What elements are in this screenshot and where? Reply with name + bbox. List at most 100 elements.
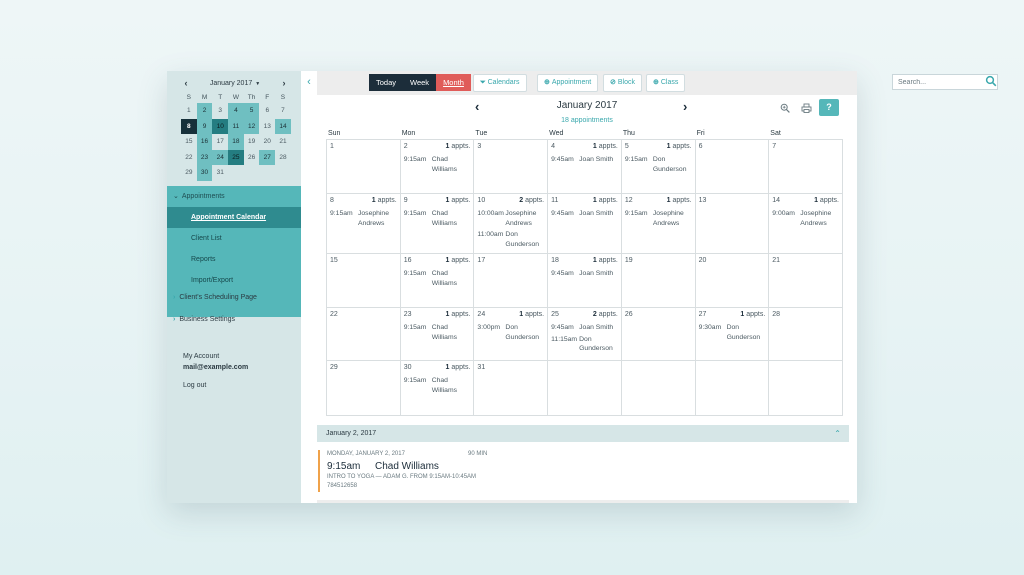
collapse-sidebar-icon[interactable]: ‹: [303, 75, 315, 89]
nav-business-settings[interactable]: › Business Settings: [173, 316, 235, 323]
calendar-day-cell[interactable]: 22: [327, 308, 401, 361]
appointment-entry[interactable]: 10:00am Josephine Andrews: [477, 209, 545, 228]
mini-calendar-day[interactable]: 19: [244, 134, 260, 150]
calendar-day-cell[interactable]: 7: [769, 140, 843, 194]
zoom-icon[interactable]: [780, 103, 790, 113]
mini-calendar-day[interactable]: 30: [196, 165, 213, 181]
calendars-button[interactable]: ⏷ Calendars: [473, 74, 527, 92]
appointment-entry[interactable]: 9:45am Joan Smith: [551, 269, 619, 279]
mini-calendar-day[interactable]: 22: [181, 150, 197, 166]
calendar-day-cell[interactable]: 8 1 appts. 9:15am Josephine Andrews: [327, 194, 401, 254]
next-month-button[interactable]: ›: [683, 99, 687, 114]
calendar-day-cell[interactable]: 9 1 appts. 9:15am Chad Williams: [400, 194, 475, 254]
mini-calendar-day[interactable]: 11: [228, 118, 244, 134]
calendar-day-cell[interactable]: 11 1 appts. 9:45am Joan Smith: [548, 194, 622, 254]
nav-item-client-list[interactable]: Client List: [167, 228, 301, 249]
nav-item-reports[interactable]: Reports: [167, 249, 301, 270]
add-appointment-button[interactable]: ⊕ Appointment: [537, 74, 599, 92]
mini-calendar-day[interactable]: 24: [212, 149, 229, 165]
my-account-link[interactable]: My Account: [183, 353, 219, 360]
mini-calendar-day[interactable]: 13: [259, 119, 275, 135]
appointment-entry[interactable]: 9:15am Chad Williams: [404, 155, 472, 174]
appointment-entry[interactable]: 9:15am Chad Williams: [404, 323, 472, 342]
appointment-entry[interactable]: 9:15am Chad Williams: [404, 269, 472, 288]
help-button[interactable]: ?: [819, 99, 839, 116]
mini-calendar-day[interactable]: 25: [228, 149, 244, 165]
view-month-button[interactable]: Month: [436, 74, 471, 91]
nav-client-scheduling-page[interactable]: › Client's Scheduling Page: [173, 294, 257, 301]
view-today-button[interactable]: Today: [369, 74, 404, 91]
mini-calendar-day[interactable]: 14: [275, 118, 291, 134]
mini-calendar-day[interactable]: 9: [196, 118, 213, 134]
appointment-entry[interactable]: 9:15am Josephine Andrews: [625, 209, 693, 228]
calendar-day-cell[interactable]: 20: [695, 254, 770, 308]
mini-calendar-day[interactable]: 5: [243, 103, 260, 119]
mini-calendar-prev-button[interactable]: ‹: [181, 78, 191, 88]
calendar-day-cell[interactable]: 28: [769, 308, 843, 361]
calendar-day-cell[interactable]: 10 2 appts. 10:00am Josephine Andrews 11:00a…: [474, 194, 549, 254]
mini-calendar-day[interactable]: 2: [196, 103, 213, 119]
calendar-day-cell[interactable]: 2 1 appts. 9:15am Chad Williams: [400, 140, 475, 194]
view-week-button[interactable]: Week: [403, 74, 437, 91]
calendar-day-cell[interactable]: [769, 361, 843, 416]
nav-item-appointment-calendar[interactable]: Appointment Calendar: [167, 207, 301, 228]
calendar-day-cell[interactable]: 27 1 appts. 9:30am Don Gunderson: [695, 308, 770, 361]
print-icon[interactable]: [801, 103, 812, 113]
log-out-link[interactable]: Log out: [183, 382, 206, 389]
mini-calendar-day[interactable]: 31: [212, 165, 228, 181]
calendar-day-cell[interactable]: 15: [327, 254, 401, 308]
calendar-day-cell[interactable]: [695, 361, 770, 416]
appointment-entry[interactable]: 9:45am Joan Smith: [551, 155, 619, 165]
calendar-day-cell[interactable]: 16 1 appts. 9:15am Chad Williams: [400, 254, 475, 308]
appointment-entry[interactable]: 9:15am Josephine Andrews: [330, 209, 398, 228]
appointment-entry[interactable]: 9:30am Don Gunderson: [699, 323, 767, 342]
calendar-day-cell[interactable]: 30 1 appts. 9:15am Chad Williams: [400, 361, 475, 416]
calendar-day-cell[interactable]: 6: [695, 140, 770, 194]
mini-calendar-day[interactable]: 4: [228, 103, 244, 119]
mini-calendar-day[interactable]: 3: [212, 103, 228, 119]
appointment-entry[interactable]: 11:00am Don Gunderson: [477, 230, 545, 249]
calendar-day-cell[interactable]: 13: [695, 194, 770, 254]
calendar-day-cell[interactable]: 3: [474, 140, 549, 194]
mini-calendar-day[interactable]: 27: [259, 149, 276, 165]
mini-calendar-day[interactable]: 7: [275, 103, 291, 119]
mini-calendar-day[interactable]: 10: [212, 118, 229, 134]
mini-calendar-day[interactable]: 26: [244, 150, 260, 166]
add-class-button[interactable]: ⊕ Class: [646, 74, 686, 92]
selected-day-bar[interactable]: January 2, 2017 ⌃: [317, 425, 849, 442]
nav-appointments[interactable]: ⌄ Appointments: [167, 186, 301, 207]
calendar-day-cell[interactable]: 1: [327, 140, 401, 194]
calendar-day-cell[interactable]: 4 1 appts. 9:45am Joan Smith: [548, 140, 622, 194]
appointment-entry[interactable]: 11:15am Don Gunderson: [551, 335, 619, 354]
mini-calendar-day[interactable]: 12: [243, 118, 260, 134]
mini-calendar-title[interactable]: January 2017 ▼: [191, 80, 279, 87]
mini-calendar-day[interactable]: 21: [275, 134, 291, 150]
nav-item-import-export[interactable]: Import/Export: [167, 270, 301, 291]
calendar-day-cell[interactable]: 17: [474, 254, 549, 308]
mini-calendar-day[interactable]: 8: [181, 118, 197, 134]
mini-calendar-next-button[interactable]: ›: [279, 78, 289, 88]
mini-calendar-day[interactable]: 23: [196, 149, 213, 165]
mini-calendar-day[interactable]: 17: [212, 134, 228, 150]
calendar-day-cell[interactable]: [621, 361, 696, 416]
calendar-day-cell[interactable]: [548, 361, 622, 416]
calendar-day-cell[interactable]: 12 1 appts. 9:15am Josephine Andrews: [621, 194, 696, 254]
calendar-day-cell[interactable]: 19: [621, 254, 696, 308]
mini-calendar-day[interactable]: 18: [228, 134, 244, 150]
appointment-entry[interactable]: 9:15am Chad Williams: [404, 376, 472, 395]
calendar-day-cell[interactable]: 25 2 appts. 9:45am Joan Smith 11:15am Don Gun…: [548, 308, 622, 361]
calendar-day-cell[interactable]: 29: [327, 361, 401, 416]
appointment-entry[interactable]: 3:00pm Don Gunderson: [477, 323, 545, 342]
appointment-entry[interactable]: 9:15am Chad Williams: [404, 209, 472, 228]
calendar-day-cell[interactable]: 18 1 appts. 9:45am Joan Smith: [548, 254, 622, 308]
prev-month-button[interactable]: ‹: [475, 99, 479, 114]
mini-calendar-day[interactable]: 29: [181, 165, 197, 181]
calendar-day-cell[interactable]: 23 1 appts. 9:15am Chad Williams: [400, 308, 475, 361]
calendar-day-cell[interactable]: 21: [769, 254, 843, 308]
mini-calendar-day[interactable]: 15: [181, 134, 197, 150]
mini-calendar-day[interactable]: 1: [181, 103, 197, 119]
calendar-day-cell[interactable]: 14 1 appts. 9:00am Josephine Andrews: [769, 194, 843, 254]
appointment-entry[interactable]: 9:15am Don Gunderson: [625, 155, 693, 174]
calendar-day-cell[interactable]: 5 1 appts. 9:15am Don Gunderson: [621, 140, 696, 194]
mini-calendar-day[interactable]: 6: [259, 103, 275, 119]
